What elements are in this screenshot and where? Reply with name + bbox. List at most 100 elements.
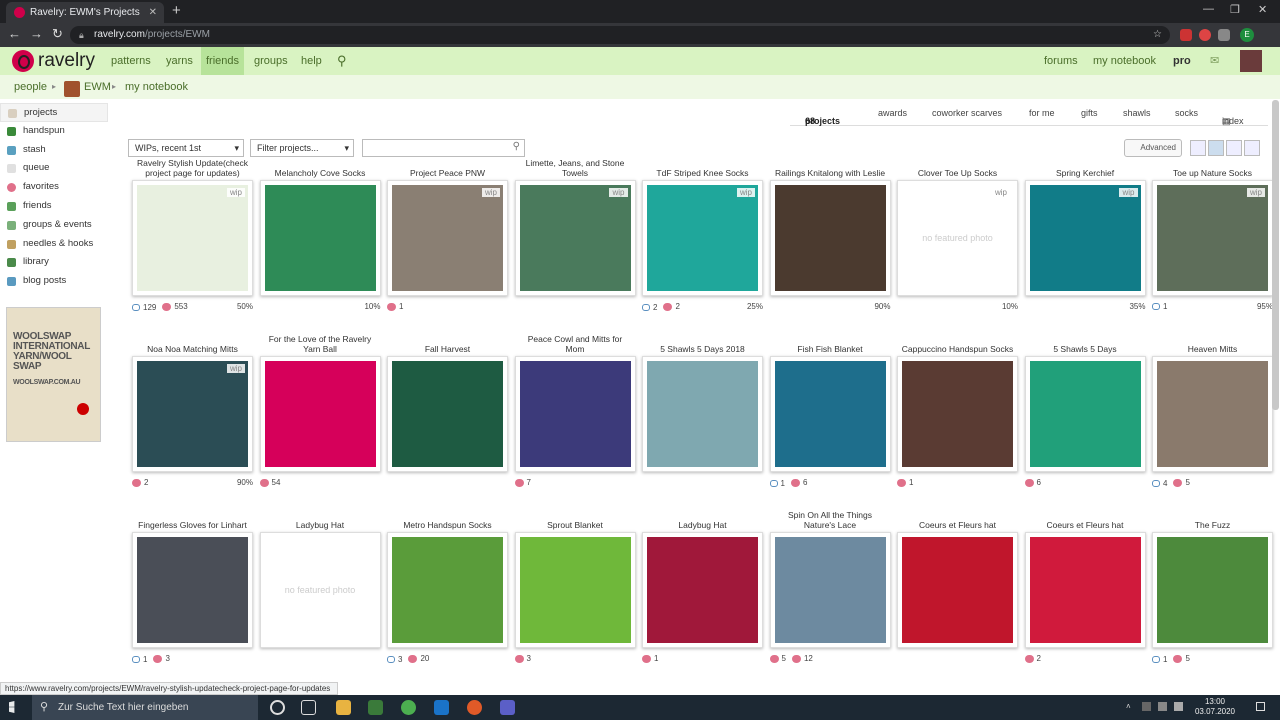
project-title[interactable]: Melancholy Cove Socks bbox=[260, 152, 381, 178]
project-photo[interactable] bbox=[642, 356, 763, 472]
taskbar-search[interactable]: ⚲ Zur Suche Text hier eingeben bbox=[32, 695, 258, 720]
window-close-icon[interactable]: ✕ bbox=[1258, 3, 1267, 16]
tab-shawls[interactable]: shawls bbox=[1123, 108, 1151, 118]
sidebar-item-library[interactable]: library bbox=[0, 253, 108, 272]
sidebar-item-favorites[interactable]: favorites bbox=[0, 178, 108, 197]
nav-friends[interactable]: friends bbox=[201, 47, 245, 75]
project-title[interactable]: Heaven Mitts bbox=[1152, 328, 1273, 354]
project-card[interactable]: Fingerless Gloves for Linhart 1 3 bbox=[132, 504, 253, 667]
project-card[interactable]: Clover Toe Up Socks no featured photo wip 1… bbox=[897, 152, 1018, 315]
woolswap-ad[interactable]: WOOLSWAP INTERNATIONAL YARN/WOOL SWAP WO… bbox=[6, 307, 101, 442]
project-card[interactable]: TdF Striped Knee Socks wip 2 2 25% bbox=[642, 152, 763, 315]
comments-count[interactable]: 4 bbox=[1152, 479, 1167, 488]
project-photo[interactable] bbox=[769, 356, 891, 472]
project-title[interactable]: For the Love of the Ravelry Yarn Ball bbox=[260, 328, 381, 354]
hearts-count[interactable]: 1 bbox=[897, 478, 913, 487]
project-photo[interactable]: wip bbox=[132, 180, 253, 296]
hearts-count[interactable]: 54 bbox=[259, 478, 280, 487]
project-card[interactable]: Melancholy Cove Socks 10% bbox=[259, 152, 381, 315]
project-card[interactable]: Railings Knitalong with Leslie 90% bbox=[769, 152, 891, 315]
sidebar-item-blog-posts[interactable]: blog posts bbox=[0, 272, 108, 291]
project-card[interactable]: 5 Shawls 5 Days 6 bbox=[1024, 328, 1146, 491]
nav-my-notebook[interactable]: my notebook bbox=[1088, 47, 1161, 75]
project-title[interactable]: Metro Handspun Socks bbox=[387, 504, 508, 530]
sidebar-item-projects[interactable]: projects bbox=[0, 103, 108, 122]
project-title[interactable]: Toe up Nature Socks bbox=[1152, 152, 1273, 178]
scrollbar[interactable] bbox=[1272, 100, 1279, 410]
project-card[interactable]: Ravelry Stylish Update(check project pag… bbox=[132, 152, 253, 315]
hearts-count[interactable]: 2 bbox=[1024, 654, 1041, 663]
project-title[interactable]: Spring Kerchief bbox=[1025, 152, 1146, 178]
project-photo[interactable]: wip bbox=[1152, 180, 1273, 296]
project-photo[interactable] bbox=[1152, 356, 1273, 472]
task-view-icon[interactable] bbox=[301, 700, 316, 715]
nav-forums[interactable]: forums bbox=[1039, 47, 1083, 75]
network-icon[interactable] bbox=[1158, 702, 1167, 711]
extension-icon[interactable] bbox=[1199, 29, 1211, 41]
project-card[interactable]: Coeurs et Fleurs hat bbox=[897, 504, 1018, 667]
tab-awards[interactable]: awards bbox=[878, 108, 907, 118]
comments-count[interactable]: 2 bbox=[642, 303, 657, 312]
project-photo[interactable] bbox=[259, 180, 381, 296]
hearts-count[interactable]: 1 bbox=[642, 654, 658, 663]
project-card[interactable]: Cappuccino Handspun Socks 1 bbox=[897, 328, 1018, 491]
project-title[interactable]: Clover Toe Up Socks bbox=[897, 152, 1018, 178]
project-title[interactable]: The Fuzz bbox=[1152, 504, 1273, 530]
reload-icon[interactable]: ↻ bbox=[52, 26, 63, 42]
comments-count[interactable]: 1 bbox=[1152, 655, 1167, 664]
breadcrumb-user[interactable]: EWM bbox=[84, 81, 111, 93]
new-tab-icon[interactable]: + bbox=[172, 2, 181, 19]
project-photo[interactable]: wip bbox=[1024, 180, 1146, 296]
project-title[interactable]: Fish Fish Blanket bbox=[770, 328, 891, 354]
search-icon[interactable]: ⚲ bbox=[332, 47, 352, 75]
project-card[interactable]: Fish Fish Blanket 1 6 bbox=[769, 328, 891, 491]
tab-for-me[interactable]: for me bbox=[1029, 108, 1055, 118]
hearts-count[interactable]: 5 bbox=[769, 654, 786, 663]
project-card[interactable]: Peace Cowl and Mitts for Mom 7 bbox=[514, 328, 636, 491]
windows-start-icon[interactable] bbox=[9, 701, 15, 713]
profile-avatar[interactable]: E bbox=[1240, 28, 1254, 42]
cortana-icon[interactable] bbox=[270, 700, 285, 715]
project-photo[interactable]: wip bbox=[642, 180, 763, 296]
breadcrumb-people[interactable]: people bbox=[14, 81, 47, 93]
tab-socks[interactable]: socks bbox=[1175, 108, 1198, 118]
file-explorer-icon[interactable] bbox=[336, 700, 351, 715]
nav-groups[interactable]: groups bbox=[249, 47, 293, 75]
project-title[interactable]: TdF Striped Knee Socks bbox=[642, 152, 763, 178]
minimize-icon[interactable]: — bbox=[1203, 3, 1214, 15]
hearts-count[interactable]: 3 bbox=[514, 654, 531, 663]
project-title[interactable]: Limette, Jeans, and Stone Towels bbox=[515, 152, 636, 178]
project-photo[interactable] bbox=[132, 532, 253, 648]
extension-icon[interactable] bbox=[1180, 29, 1192, 41]
hearts-count[interactable]: 20 bbox=[408, 654, 429, 663]
project-card[interactable]: The Fuzz 1 5 bbox=[1152, 504, 1273, 667]
sidebar-item-stash[interactable]: stash bbox=[0, 141, 108, 160]
project-photo[interactable] bbox=[1152, 532, 1273, 648]
browser-tab[interactable]: Ravelry: EWM's Projects ✕ bbox=[6, 2, 164, 23]
project-card[interactable]: Limette, Jeans, and Stone Towels wip bbox=[514, 152, 636, 315]
project-card[interactable]: Coeurs et Fleurs hat 2 bbox=[1024, 504, 1146, 667]
puzzle-icon[interactable] bbox=[1218, 29, 1230, 41]
project-card[interactable]: Ladybug Hat no featured photo bbox=[259, 504, 381, 667]
hearts-count[interactable]: 3 bbox=[153, 654, 170, 663]
user-avatar[interactable] bbox=[1240, 50, 1262, 72]
hearts-count[interactable]: 6 bbox=[790, 478, 807, 487]
project-card[interactable]: Toe up Nature Socks wip 1 95% bbox=[1152, 152, 1273, 315]
outlook-icon[interactable] bbox=[434, 700, 449, 715]
mail-icon[interactable]: ✉ bbox=[1205, 47, 1224, 75]
back-icon[interactable]: ← bbox=[8, 26, 21, 41]
project-photo[interactable]: wip bbox=[514, 180, 636, 296]
project-card[interactable]: Metro Handspun Socks 3 20 bbox=[387, 504, 508, 667]
hearts-count[interactable]: 2 bbox=[132, 478, 148, 487]
comments-count[interactable]: 3 bbox=[387, 655, 402, 664]
project-card[interactable]: Spin On All the Things Nature's Lace 5 12 bbox=[769, 504, 891, 667]
comments-count[interactable]: 1 bbox=[1152, 302, 1167, 311]
project-card[interactable]: Project Peace PNW wip 1 bbox=[387, 152, 508, 315]
hearts-count[interactable]: 1 bbox=[387, 302, 403, 311]
tab-coworker-scarves[interactable]: coworker scarves bbox=[932, 108, 1002, 118]
project-title[interactable]: Ladybug Hat bbox=[642, 504, 763, 530]
project-title[interactable]: Sprout Blanket bbox=[515, 504, 636, 530]
project-title[interactable]: Spin On All the Things Nature's Lace bbox=[770, 504, 891, 530]
restore-icon[interactable]: ❐ bbox=[1230, 3, 1240, 16]
project-photo[interactable]: wip bbox=[387, 180, 508, 296]
